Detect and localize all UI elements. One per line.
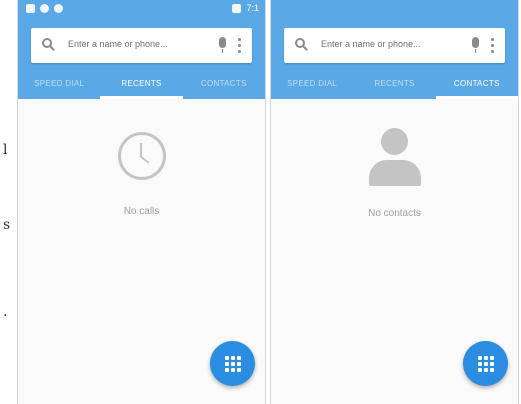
search-bar[interactable]: Enter a name or phone... bbox=[284, 28, 505, 63]
margin-char: l bbox=[3, 142, 8, 158]
search-input[interactable]: Enter a name or phone... bbox=[68, 39, 168, 49]
phone-screen-recents: 7:1 Enter a name or phone... SPEED DIAL … bbox=[17, 0, 266, 404]
search-icon bbox=[42, 38, 52, 48]
tab-bar: SPEED DIAL RECENTS CONTACTS bbox=[271, 72, 518, 99]
tab-recents[interactable]: RECENTS bbox=[100, 72, 183, 99]
empty-message: No contacts bbox=[368, 208, 421, 219]
tab-recents[interactable]: RECENTS bbox=[353, 72, 435, 99]
search-icon bbox=[295, 38, 305, 48]
status-bar: 7:1 bbox=[18, 0, 265, 22]
empty-message: No calls bbox=[123, 206, 160, 217]
status-time: 7:1 bbox=[246, 3, 259, 13]
person-icon bbox=[368, 128, 421, 188]
search-input[interactable]: Enter a name or phone... bbox=[321, 39, 421, 49]
dialpad-icon bbox=[477, 355, 494, 372]
notification-icon bbox=[54, 4, 63, 13]
notification-icon bbox=[40, 4, 49, 13]
notification-icon bbox=[26, 4, 35, 13]
mic-icon[interactable] bbox=[219, 37, 226, 53]
clock-icon bbox=[117, 132, 166, 180]
phone-screen-contacts: Enter a name or phone... SPEED DIAL RECE… bbox=[270, 0, 519, 404]
battery-icon bbox=[232, 3, 242, 13]
tab-speed-dial[interactable]: SPEED DIAL bbox=[18, 72, 100, 99]
empty-state: No calls bbox=[18, 128, 265, 217]
empty-state: No contacts bbox=[271, 128, 518, 219]
tab-contacts[interactable]: CONTACTS bbox=[183, 72, 265, 99]
tab-contacts[interactable]: CONTACTS bbox=[435, 72, 518, 99]
dialpad-button[interactable] bbox=[463, 341, 508, 386]
margin-char: . bbox=[3, 304, 8, 320]
dialpad-icon bbox=[224, 355, 241, 372]
margin-char: s bbox=[3, 217, 11, 233]
tab-bar: SPEED DIAL RECENTS CONTACTS bbox=[18, 72, 265, 99]
more-options-icon[interactable] bbox=[238, 38, 241, 53]
more-options-icon[interactable] bbox=[491, 38, 494, 53]
dialpad-button[interactable] bbox=[210, 341, 255, 386]
mic-icon[interactable] bbox=[472, 37, 479, 53]
tab-speed-dial[interactable]: SPEED DIAL bbox=[271, 72, 353, 99]
search-bar[interactable]: Enter a name or phone... bbox=[31, 28, 252, 63]
